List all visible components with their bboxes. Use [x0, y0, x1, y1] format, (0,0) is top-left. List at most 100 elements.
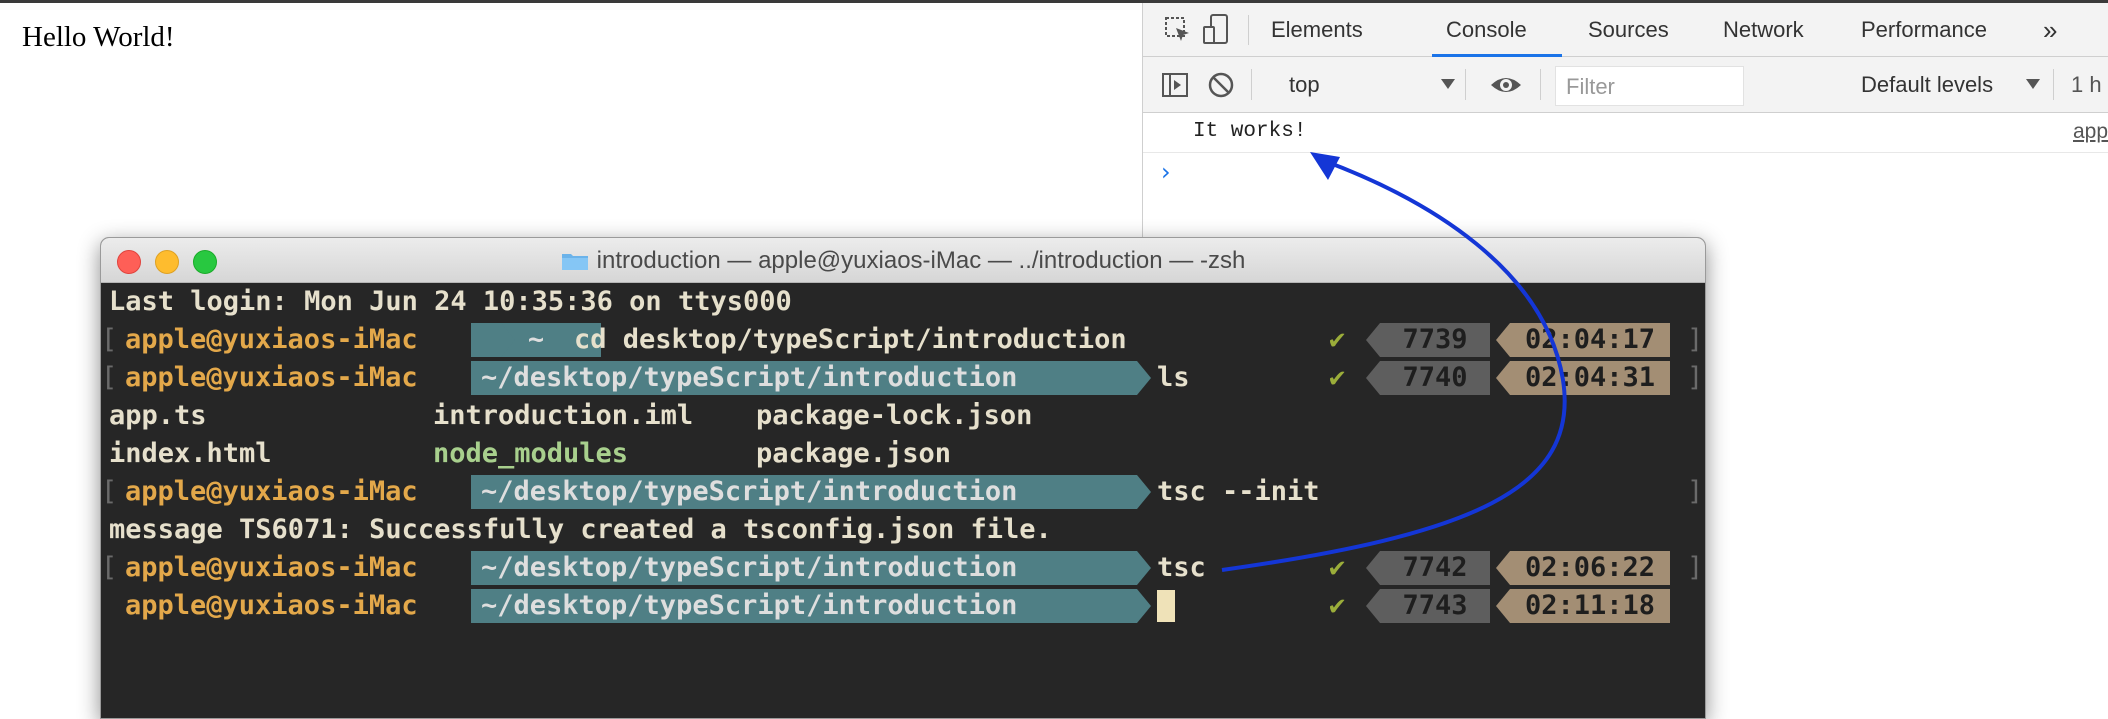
- file-name: index.html: [109, 438, 272, 469]
- history-number: 7740: [1380, 361, 1490, 395]
- console-message-row: It works! app: [1143, 113, 2108, 153]
- prompt-arrow: [1496, 361, 1510, 395]
- filter-box: [1555, 66, 1744, 107]
- tab-sources[interactable]: Sources: [1588, 3, 1669, 56]
- terminal-title-text: introduction — apple@yuxiaos-iMac — ../i…: [596, 247, 1246, 274]
- prompt-arrow: [1137, 589, 1151, 623]
- file-name: introduction.iml: [433, 400, 694, 431]
- tab-console[interactable]: Console: [1446, 3, 1527, 56]
- success-check-icon: ✔: [1329, 590, 1346, 621]
- console-source-link[interactable]: app: [2073, 120, 2108, 144]
- terminal-title: introduction — apple@yuxiaos-iMac — ../i…: [101, 238, 1705, 282]
- tab-elements[interactable]: Elements: [1271, 3, 1363, 56]
- toolbar-separator: [2053, 69, 2054, 100]
- prompt-command: ls: [1157, 362, 1190, 393]
- history-number: 7739: [1380, 323, 1490, 357]
- terminal-body[interactable]: Last login: Mon Jun 24 10:35:36 on ttys0…: [101, 283, 1705, 718]
- terminal-line: Last login: Mon Jun 24 10:35:36 on ttys0…: [101, 283, 792, 321]
- filter-input[interactable]: [1564, 67, 1738, 107]
- text-cursor: [1157, 590, 1175, 622]
- prompt-user: apple@yuxiaos-iMac: [125, 362, 418, 393]
- prompt-user: apple@yuxiaos-iMac: [125, 590, 418, 621]
- console-prompt-icon[interactable]: ›: [1161, 158, 1171, 186]
- ls-output-row: index.html node_modules package.json: [101, 435, 1705, 473]
- live-expression-eye-icon[interactable]: [1489, 71, 1523, 99]
- prompt-arrow: [501, 323, 515, 357]
- success-check-icon: ✔: [1329, 324, 1346, 355]
- prompt-line: [ apple@yuxiaos-iMac ~/desktop/typeScrip…: [101, 549, 1705, 587]
- prompt-line: [ apple@yuxiaos-iMac ~/desktop/typeScrip…: [101, 473, 1705, 511]
- prompt-arrow: [1137, 361, 1151, 395]
- hidden-messages-count: 1 h: [2071, 72, 2102, 97]
- device-toolbar-icon[interactable]: [1201, 13, 1231, 47]
- prompt-time: 02:06:22: [1510, 551, 1670, 585]
- file-name: package-lock.json: [756, 400, 1033, 431]
- prompt-user: apple@yuxiaos-iMac: [125, 476, 418, 507]
- terminal-window: introduction — apple@yuxiaos-iMac — ../i…: [100, 237, 1706, 719]
- bracket-left: [: [101, 362, 118, 393]
- context-selector[interactable]: top: [1289, 57, 1320, 112]
- prompt-command: tsc --init: [1157, 476, 1320, 507]
- page-heading: Hello World!: [22, 21, 175, 53]
- prompt-arrow: [1366, 589, 1380, 623]
- history-number: 7743: [1380, 589, 1490, 623]
- ls-output-row: app.ts introduction.iml package-lock.jso…: [101, 397, 1705, 435]
- inspect-element-icon[interactable]: [1163, 15, 1193, 45]
- prompt-dir: ~/desktop/typeScript/introduction: [471, 475, 1137, 509]
- tab-performance[interactable]: Performance: [1861, 3, 1987, 56]
- prompt-command: cd desktop/typeScript/introduction: [574, 324, 1127, 355]
- devtools-tab-bar: Elements Console Sources Network Perform…: [1143, 3, 2108, 57]
- prompt-user: apple@yuxiaos-iMac: [125, 324, 418, 355]
- prompt-time: 02:04:17: [1510, 323, 1670, 357]
- history-number: 7742: [1380, 551, 1490, 585]
- prompt-dir: ~/desktop/typeScript/introduction: [471, 361, 1137, 395]
- prompt-line-current: apple@yuxiaos-iMac ~/desktop/typeScript/…: [101, 587, 1705, 625]
- sidebar-toggle-icon[interactable]: [1161, 71, 1189, 99]
- bracket-left: [: [101, 552, 118, 583]
- terminal-line: message TS6071: Successfully created a t…: [101, 511, 1705, 549]
- file-name: app.ts: [109, 400, 207, 431]
- clear-console-icon[interactable]: [1206, 70, 1236, 100]
- prompt-arrow: [1366, 361, 1380, 395]
- terminal-titlebar: introduction — apple@yuxiaos-iMac — ../i…: [101, 238, 1705, 283]
- prompt-arrow: [1366, 551, 1380, 585]
- more-tabs-icon[interactable]: »: [2043, 3, 2057, 56]
- prompt-arrow: [1496, 323, 1510, 357]
- toolbar-separator: [1251, 69, 1252, 100]
- success-check-icon: ✔: [1329, 552, 1346, 583]
- bracket-right: ]: [1687, 324, 1704, 355]
- prompt-arrow: [1366, 323, 1380, 357]
- prompt-time: 02:04:31: [1510, 361, 1670, 395]
- prompt-user: apple@yuxiaos-iMac: [125, 552, 418, 583]
- toolbar-separator: [1540, 69, 1541, 100]
- toolbar-separator: [1465, 69, 1466, 100]
- prompt-arrow: [1137, 551, 1151, 585]
- last-login-text: Last login: Mon Jun 24 10:35:36 on ttys0…: [109, 286, 792, 317]
- prompt-line: [ apple@yuxiaos-iMac ~/desktop/typeScrip…: [101, 359, 1705, 397]
- directory-name: node_modules: [433, 438, 629, 469]
- bracket-right: ]: [1687, 552, 1704, 583]
- prompt-arrow: [1496, 589, 1510, 623]
- tab-separator: [1248, 15, 1249, 45]
- chevron-down-icon[interactable]: [1441, 79, 1455, 89]
- tab-network[interactable]: Network: [1723, 3, 1804, 56]
- prompt-dir: ~/desktop/typeScript/introduction: [471, 589, 1137, 623]
- prompt-arrow: [1137, 475, 1151, 509]
- prompt-command: tsc: [1157, 552, 1206, 583]
- console-toolbar: top Default levels 1 h: [1143, 57, 2108, 113]
- console-message-text: It works!: [1193, 120, 1307, 143]
- success-check-icon: ✔: [1329, 362, 1346, 393]
- prompt-time: 02:11:18: [1510, 589, 1670, 623]
- tsc-message: message TS6071: Successfully created a t…: [109, 514, 1052, 545]
- file-name: package.json: [756, 438, 952, 469]
- bracket-left: [: [101, 476, 118, 507]
- prompt-arrow: [1496, 551, 1510, 585]
- prompt-line: [ apple@yuxiaos-iMac ~ cd desktop/typeSc…: [101, 321, 1705, 359]
- folder-icon: [561, 241, 589, 270]
- bracket-left: [: [101, 324, 118, 355]
- chevron-down-icon[interactable]: [2026, 79, 2040, 89]
- bracket-right: ]: [1687, 476, 1704, 507]
- bracket-right: ]: [1687, 362, 1704, 393]
- prompt-dir: ~/desktop/typeScript/introduction: [471, 551, 1137, 585]
- log-levels-dropdown[interactable]: Default levels: [1861, 57, 1993, 112]
